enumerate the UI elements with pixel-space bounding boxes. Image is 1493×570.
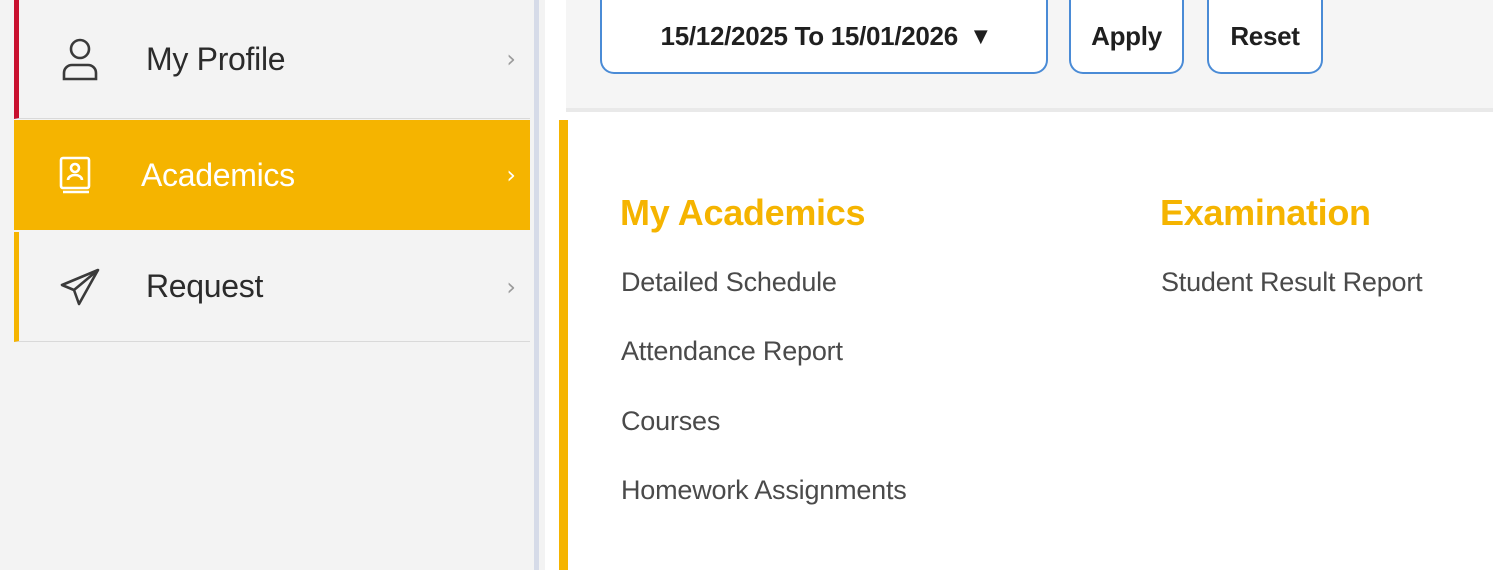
sidebar-resize-handle[interactable] <box>534 0 539 570</box>
section-title-examination: Examination <box>1160 192 1371 233</box>
chevron-right-icon: › <box>506 272 516 301</box>
date-range-value: 15/12/2025 To 15/01/2026 <box>660 20 959 51</box>
link-attendance-report[interactable]: Attendance Report <box>621 336 843 367</box>
dropdown-arrow-icon: ▼ <box>973 25 988 47</box>
sidebar-item-my-profile[interactable]: My Profile › <box>14 0 530 119</box>
link-detailed-schedule[interactable]: Detailed Schedule <box>621 267 837 298</box>
sidebar-item-request[interactable]: Request › <box>14 232 530 342</box>
sidebar-item-label: My Profile <box>146 40 286 77</box>
reset-button[interactable]: Reset <box>1207 0 1323 74</box>
sidebar-item-academics[interactable]: Academics › <box>14 120 530 230</box>
book-icon <box>54 154 96 196</box>
date-range-dropdown[interactable]: 15/12/2025 To 15/01/2026 ▼ <box>600 0 1048 74</box>
link-homework-assignments[interactable]: Homework Assignments <box>621 475 907 506</box>
sidebar-item-label: Academics <box>141 156 295 193</box>
section-title-my-academics: My Academics <box>620 192 866 233</box>
link-student-result-report[interactable]: Student Result Report <box>1161 267 1423 298</box>
sidebar-item-label: Request <box>146 268 264 304</box>
sidebar: My Profile › Academics › Request › <box>0 0 545 570</box>
user-icon <box>59 38 101 81</box>
paper-plane-icon <box>59 266 101 308</box>
apply-button[interactable]: Apply <box>1069 0 1184 74</box>
link-courses[interactable]: Courses <box>621 406 720 437</box>
chevron-right-icon: › <box>506 45 516 73</box>
chevron-right-icon: › <box>506 161 516 189</box>
